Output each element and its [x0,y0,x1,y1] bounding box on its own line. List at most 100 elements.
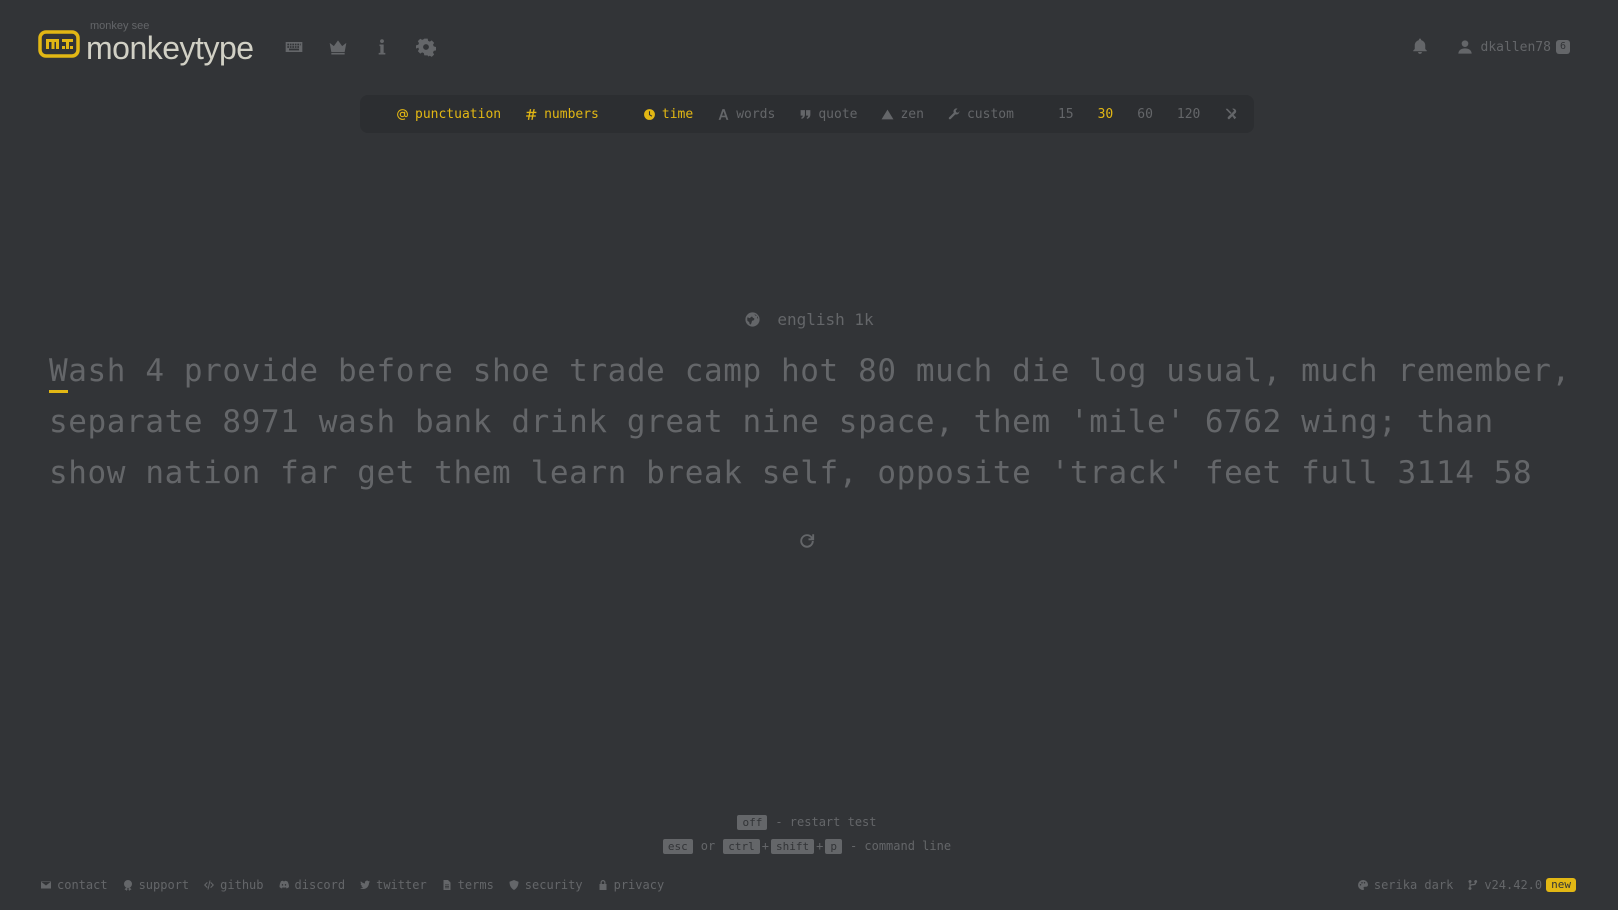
footer-link-label: privacy [613,878,665,892]
key-esc: esc [662,838,693,854]
nav-about-button[interactable] [360,31,404,63]
footer-privacy-link[interactable]: privacy [597,878,665,892]
key-shift: shift [770,838,815,854]
footer-contact-link[interactable]: contact [40,878,108,892]
custom-time-button[interactable] [1212,107,1250,121]
words-line: Wash 4 provide before shoe trade camp ho… [49,353,1571,389]
mode-zen-button[interactable]: zen [869,107,935,122]
account-level-badge: 6 [1555,40,1570,54]
language-selector[interactable]: english 1k [0,310,1618,329]
mode-custom-label: custom [966,106,1014,122]
time-15-button[interactable]: 15 [1046,107,1086,122]
footer-github-link[interactable]: github [203,878,264,892]
words-area[interactable]: Wash 4 provide before shoe trade camp ho… [49,346,1589,499]
discord-icon [279,880,289,889]
footer-link-label: contact [57,878,108,892]
hashtag-icon [526,108,537,120]
footer-security-link[interactable]: security [508,878,583,892]
lock-icon [599,880,607,890]
version-button[interactable]: v24.42.0 new [1467,878,1576,892]
redo-icon [800,534,815,548]
code-icon [204,880,215,890]
footer-link-label: discord [294,878,346,892]
numbers-toggle[interactable]: numbers [513,107,611,122]
mode-time-label: time [661,106,694,122]
restart-test-button[interactable] [798,532,818,552]
theme-button[interactable]: serika dark [1357,878,1453,892]
crown-icon [329,40,346,55]
mode-words-button[interactable]: words [705,107,787,122]
logo[interactable]: monkey see monkeytype [38,20,254,66]
file-icon [443,880,451,890]
nav-test-button[interactable] [272,31,316,63]
footer-link-label: terms [457,878,494,892]
words-line: separate 8971 wash bank drink great nine… [49,404,1494,440]
globe-icon [745,312,760,327]
language-label: english 1k [777,310,874,329]
bell-icon [1412,38,1427,54]
donate-icon [123,880,132,891]
nav-leaderboards-button[interactable] [316,31,360,63]
monkeytype-logo-icon [38,30,80,58]
key-ctrl: ctrl [723,838,760,854]
shield-icon [509,880,519,890]
key-restart: off [737,814,768,830]
typing-caret [49,390,68,393]
mode-time-button[interactable]: time [631,107,705,122]
envelope-icon [41,881,51,889]
restart-hint-text: - restart test [775,815,877,829]
plus-sign: + [816,839,824,853]
header-right: dkallen78 6 [1411,37,1570,57]
gear-icon [415,38,436,57]
code-branch-icon [1468,879,1478,890]
key-p: p [825,838,842,854]
footer-support-link[interactable]: support [122,878,190,892]
monkeytype-page: monkey see monkeytype dkallen78 6 punctu… [0,0,1618,910]
nav-settings-button[interactable] [404,31,448,63]
footer-terms-link[interactable]: terms [441,878,494,892]
notifications-button[interactable] [1411,37,1431,57]
info-icon [378,39,385,55]
command-line-hint: esc or ctrl + shift + p - command line [0,834,1618,858]
footer-right: serika dark v24.42.0 new [1357,878,1576,892]
footer-link-label: security [524,878,583,892]
numbers-label: numbers [544,106,599,122]
version-label: v24.42.0 [1484,878,1543,892]
test-config-bar: punctuation numbers time words quote zen… [360,95,1254,133]
or-text: or [700,839,716,853]
tools-icon [1226,108,1237,120]
mode-quote-button[interactable]: quote [787,107,869,122]
footer-link-label: support [138,878,190,892]
time-60-button[interactable]: 60 [1125,107,1165,122]
mode-words-label: words [736,106,776,122]
quote-icon [800,109,811,119]
command-line-hint-text: - command line [849,839,952,853]
keyboard-icon [285,42,302,52]
footer-twitter-link[interactable]: twitter [359,878,427,892]
plus-sign: + [761,839,769,853]
footer: contact support github discord twitter t… [40,876,1576,894]
account-username: dkallen78 [1480,39,1551,55]
words-line: show nation far get them learn break sel… [49,455,1533,491]
footer-discord-link[interactable]: discord [278,878,346,892]
palette-icon [1357,880,1368,890]
logo-text-wrap: monkey see monkeytype [86,20,254,66]
twitter-icon [360,880,371,890]
font-icon [718,108,729,120]
theme-label: serika dark [1373,878,1454,892]
mode-custom-button[interactable]: custom [936,107,1026,122]
punctuation-toggle[interactable]: punctuation [384,107,513,122]
footer-link-label: github [220,878,264,892]
time-30-button[interactable]: 30 [1086,107,1126,122]
new-version-badge: new [1546,878,1576,892]
logo-subtitle: monkey see [90,20,150,32]
footer-link-label: twitter [376,878,427,892]
time-120-button[interactable]: 120 [1165,107,1212,122]
logo-text: monkeytype [86,30,254,66]
restart-hint: off - restart test [0,810,1618,834]
keyboard-hints: off - restart test esc or ctrl + shift +… [0,810,1618,858]
mountain-icon [882,109,894,119]
account-button[interactable]: dkallen78 6 [1457,39,1570,55]
user-icon [1457,40,1472,54]
punctuation-label: punctuation [415,106,502,122]
